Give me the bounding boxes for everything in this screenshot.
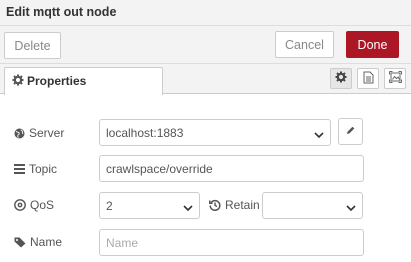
name-input-placeholder: Name [106, 235, 139, 250]
retain-label-text: Retain [225, 198, 260, 212]
description-tab-button[interactable] [357, 68, 379, 89]
name-label-text: Name [30, 235, 63, 249]
tab-properties[interactable]: Properties [4, 67, 163, 95]
topic-label: Topic [14, 162, 57, 176]
retain-select[interactable] [262, 192, 363, 219]
tag-icon [14, 237, 26, 247]
name-input[interactable]: Name [99, 229, 364, 256]
history-icon [209, 199, 221, 211]
chevron-down-icon [314, 128, 324, 142]
qos-select-value: 2 [106, 198, 113, 213]
list-icon [14, 164, 25, 174]
dialog-title: Edit mqtt out node [6, 5, 117, 19]
chevron-down-icon [346, 201, 356, 215]
chevron-down-icon [183, 201, 193, 215]
qos-icon [14, 199, 26, 211]
topic-label-text: Topic [29, 162, 58, 176]
appearance-tab-button[interactable] [384, 68, 406, 89]
dialog-titlebar: Edit mqtt out node [0, 0, 411, 26]
pencil-icon [345, 125, 356, 139]
retain-label: Retain [209, 198, 260, 212]
qos-label: QoS [14, 198, 54, 212]
server-select[interactable]: localhost:1883 [99, 119, 331, 146]
server-select-value: localhost:1883 [106, 125, 184, 140]
settings-tab-button[interactable] [330, 68, 352, 89]
edit-server-button[interactable] [338, 118, 363, 145]
server-label: Server [14, 126, 64, 140]
name-label: Name [14, 235, 62, 249]
delete-button[interactable]: Delete [4, 32, 61, 59]
cancel-button[interactable]: Cancel [275, 31, 334, 58]
gear-icon [12, 74, 24, 86]
server-label-text: Server [29, 126, 65, 140]
document-icon [363, 71, 374, 87]
frame-icon [388, 71, 402, 86]
gear-icon [335, 71, 347, 86]
globe-icon [14, 128, 25, 138]
done-button[interactable]: Done [346, 31, 399, 58]
qos-label-text: QoS [30, 198, 55, 212]
qos-select[interactable]: 2 [99, 192, 200, 219]
tab-properties-label: Properties [27, 74, 87, 88]
topic-input-value: crawlspace/override [106, 161, 213, 176]
topic-input[interactable]: crawlspace/override [99, 155, 364, 182]
